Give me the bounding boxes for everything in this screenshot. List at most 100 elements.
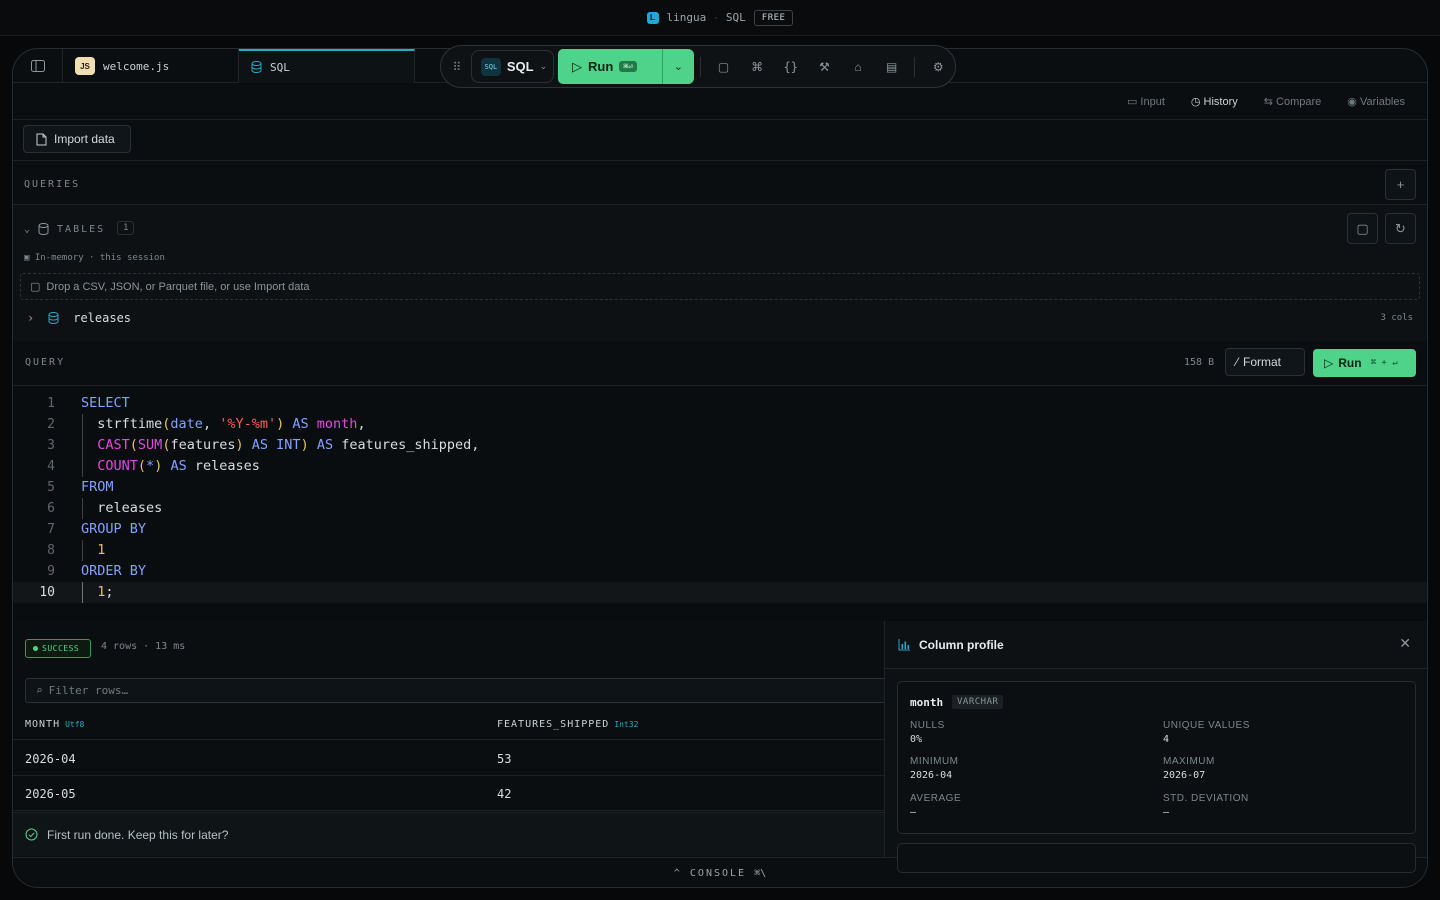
language-select[interactable]: SQL SQL ⌄ xyxy=(470,50,555,83)
format-button[interactable]: ⁄ Format xyxy=(1225,348,1305,376)
profile-column-type: VARCHAR xyxy=(952,695,1004,709)
command-icon[interactable]: ⌘ xyxy=(740,60,774,74)
query-header xyxy=(13,341,1427,386)
table-row[interactable]: 2026-04 53 xyxy=(13,741,885,776)
table-row[interactable]: 2026-05 42 xyxy=(13,776,885,811)
code-line: 9 ORDER BY xyxy=(47,563,147,579)
plan-badge: FREE xyxy=(753,9,794,26)
run-options-button[interactable]: ⌄ xyxy=(662,49,694,84)
code-editor[interactable]: 1 SELECT 2 strftime(date, '%Y-%m') AS mon… xyxy=(13,386,1427,621)
database-icon xyxy=(38,223,49,235)
add-query-button[interactable]: + xyxy=(1385,169,1416,200)
stat-std-deviation: STD. DEVIATION — xyxy=(1163,793,1249,818)
stat-unique: UNIQUE VALUES 4 xyxy=(1163,720,1250,745)
title-bar: L lingua · SQL FREE xyxy=(0,0,1440,36)
database-icon xyxy=(251,61,262,73)
braces-icon[interactable]: {} xyxy=(774,60,808,74)
check-circle-icon xyxy=(25,828,38,841)
code-line: 1 SELECT xyxy=(47,395,130,411)
chevron-down-icon: ⌄ xyxy=(24,223,31,235)
nav-history[interactable]: ◷ History xyxy=(1191,95,1238,108)
file-icon: ▢ xyxy=(30,281,41,293)
tab-sql[interactable]: SQL xyxy=(239,49,415,83)
code-line: 3 CAST(SUM(features) AS INT) AS features… xyxy=(13,435,1427,456)
query-size: 158 B xyxy=(1184,357,1215,368)
sidebar-icon xyxy=(30,60,45,72)
play-icon: ▷ xyxy=(1324,356,1334,370)
code-line-current: 10 1; xyxy=(13,582,1427,603)
code-line: 8 1 xyxy=(13,540,1427,561)
file-icon[interactable]: ▢ xyxy=(707,60,741,74)
title-separator: · xyxy=(714,11,718,24)
profile-card xyxy=(897,843,1416,873)
gear-icon[interactable]: ⚙ xyxy=(921,60,955,74)
toolbar-divider xyxy=(914,56,916,77)
bar-chart-icon xyxy=(898,639,910,651)
sidebar-toggle-button[interactable] xyxy=(13,49,63,83)
new-table-button[interactable]: ▢ xyxy=(1347,213,1378,244)
refresh-icon: ↻ xyxy=(1395,220,1406,236)
column-header-month[interactable]: MONTH Utf8 xyxy=(25,719,84,730)
status-badge: SUCCESS xyxy=(25,639,91,658)
queries-label: QUERIES xyxy=(24,179,81,190)
table-col-count: 3 cols xyxy=(1380,313,1413,323)
run-button[interactable]: ▷ Run ⌘⏎ xyxy=(558,49,663,84)
play-icon: ▷ xyxy=(572,58,583,74)
profile-column-name: month xyxy=(910,696,944,709)
nav-input[interactable]: ▭ Input xyxy=(1127,95,1165,108)
run-query-button[interactable]: ▷ Run ⌘ + ↵ xyxy=(1313,349,1416,377)
import-data-button[interactable]: Import data xyxy=(23,125,131,153)
plus-icon: + xyxy=(1396,177,1405,192)
stat-nulls: NULLS 0% xyxy=(910,720,945,745)
code-line: 4 COUNT(*) AS releases xyxy=(13,456,1427,477)
tables-count-badge: 1 xyxy=(117,221,135,235)
search-icon: ⌕ xyxy=(36,684,43,697)
graduation-cap-icon[interactable]: ⌂ xyxy=(841,60,875,74)
stat-minimum: MINIMUM 2026-04 xyxy=(910,756,959,781)
code-line: 7 GROUP BY xyxy=(47,521,147,537)
nav-compare[interactable]: ⇆ Compare xyxy=(1264,95,1322,108)
save-toast[interactable]: First run done. Keep this for later? xyxy=(13,812,885,856)
results-meta: 4 rows · 13 ms xyxy=(101,641,186,652)
main-window: JS welcome.js SQL ▭ Input ◷ History ⇆ Co… xyxy=(12,48,1428,888)
table-item-releases[interactable]: › releases xyxy=(27,311,131,325)
nav-variables[interactable]: ◉ Variables xyxy=(1347,95,1405,108)
session-note: ▣ In-memory · this session xyxy=(24,253,165,263)
file-icon: ▢ xyxy=(1356,220,1369,236)
column-header-features-shipped[interactable]: FEATURES_SHIPPED Int32 xyxy=(497,719,638,730)
filter-rows-input[interactable]: ⌕ Filter rows… xyxy=(25,678,895,703)
code-line: 6 releases xyxy=(13,498,1427,519)
wrench-icon[interactable]: ⚒ xyxy=(808,60,842,74)
code-line: 2 strftime(date, '%Y-%m') AS month, xyxy=(13,414,1427,435)
stat-average: AVERAGE — xyxy=(910,793,962,818)
chevron-right-icon: › xyxy=(27,311,35,325)
close-icon[interactable]: ✕ xyxy=(1399,635,1411,652)
divider xyxy=(13,119,1427,120)
sql-icon: SQL xyxy=(480,57,501,76)
tab-label: welcome.js xyxy=(103,59,170,73)
archive-icon[interactable]: ▤ xyxy=(875,60,909,74)
table-database-icon xyxy=(48,312,59,324)
app-name: lingua xyxy=(666,11,707,24)
tab-label: SQL xyxy=(270,60,290,74)
stat-maximum: MAXIMUM 2026-07 xyxy=(1163,756,1215,781)
floating-toolbar: ⠿ SQL SQL ⌄ ▷ Run ⌘⏎ ⌄ ▢ ⌘ {} ⚒ ⌂ ▤ ⚙ xyxy=(440,45,956,88)
drag-handle-icon[interactable]: ⠿ xyxy=(451,60,463,74)
column-profile-panel: Column profile ✕ month VARCHAR NULLS 0% U… xyxy=(884,621,1427,873)
file-dropzone[interactable]: ▢ Drop a CSV, JSON, or Parquet file, or … xyxy=(20,273,1420,300)
table-header: MONTH Utf8 FEATURES_SHIPPED Int32 xyxy=(13,709,885,740)
tab-welcome-js[interactable]: JS welcome.js xyxy=(63,49,239,83)
chevron-up-icon: ^ xyxy=(673,867,682,879)
chevron-down-icon: ⌄ xyxy=(539,61,548,71)
profile-card: month VARCHAR NULLS 0% UNIQUE VALUES 4 MIN… xyxy=(897,681,1416,834)
tables-header[interactable]: ⌄ TABLES xyxy=(24,223,105,235)
profile-header: Column profile xyxy=(885,621,1427,669)
memory-icon: ▣ xyxy=(24,253,30,263)
query-label: QUERY xyxy=(25,357,66,368)
magic-wand-icon: ⁄ xyxy=(1236,355,1239,369)
divider xyxy=(13,160,1427,161)
js-file-icon: JS xyxy=(75,57,95,75)
app-logo-icon: L xyxy=(646,11,659,24)
right-nav: ▭ Input ◷ History ⇆ Compare ◉ Variables xyxy=(1127,95,1405,108)
refresh-tables-button[interactable]: ↻ xyxy=(1385,213,1416,244)
